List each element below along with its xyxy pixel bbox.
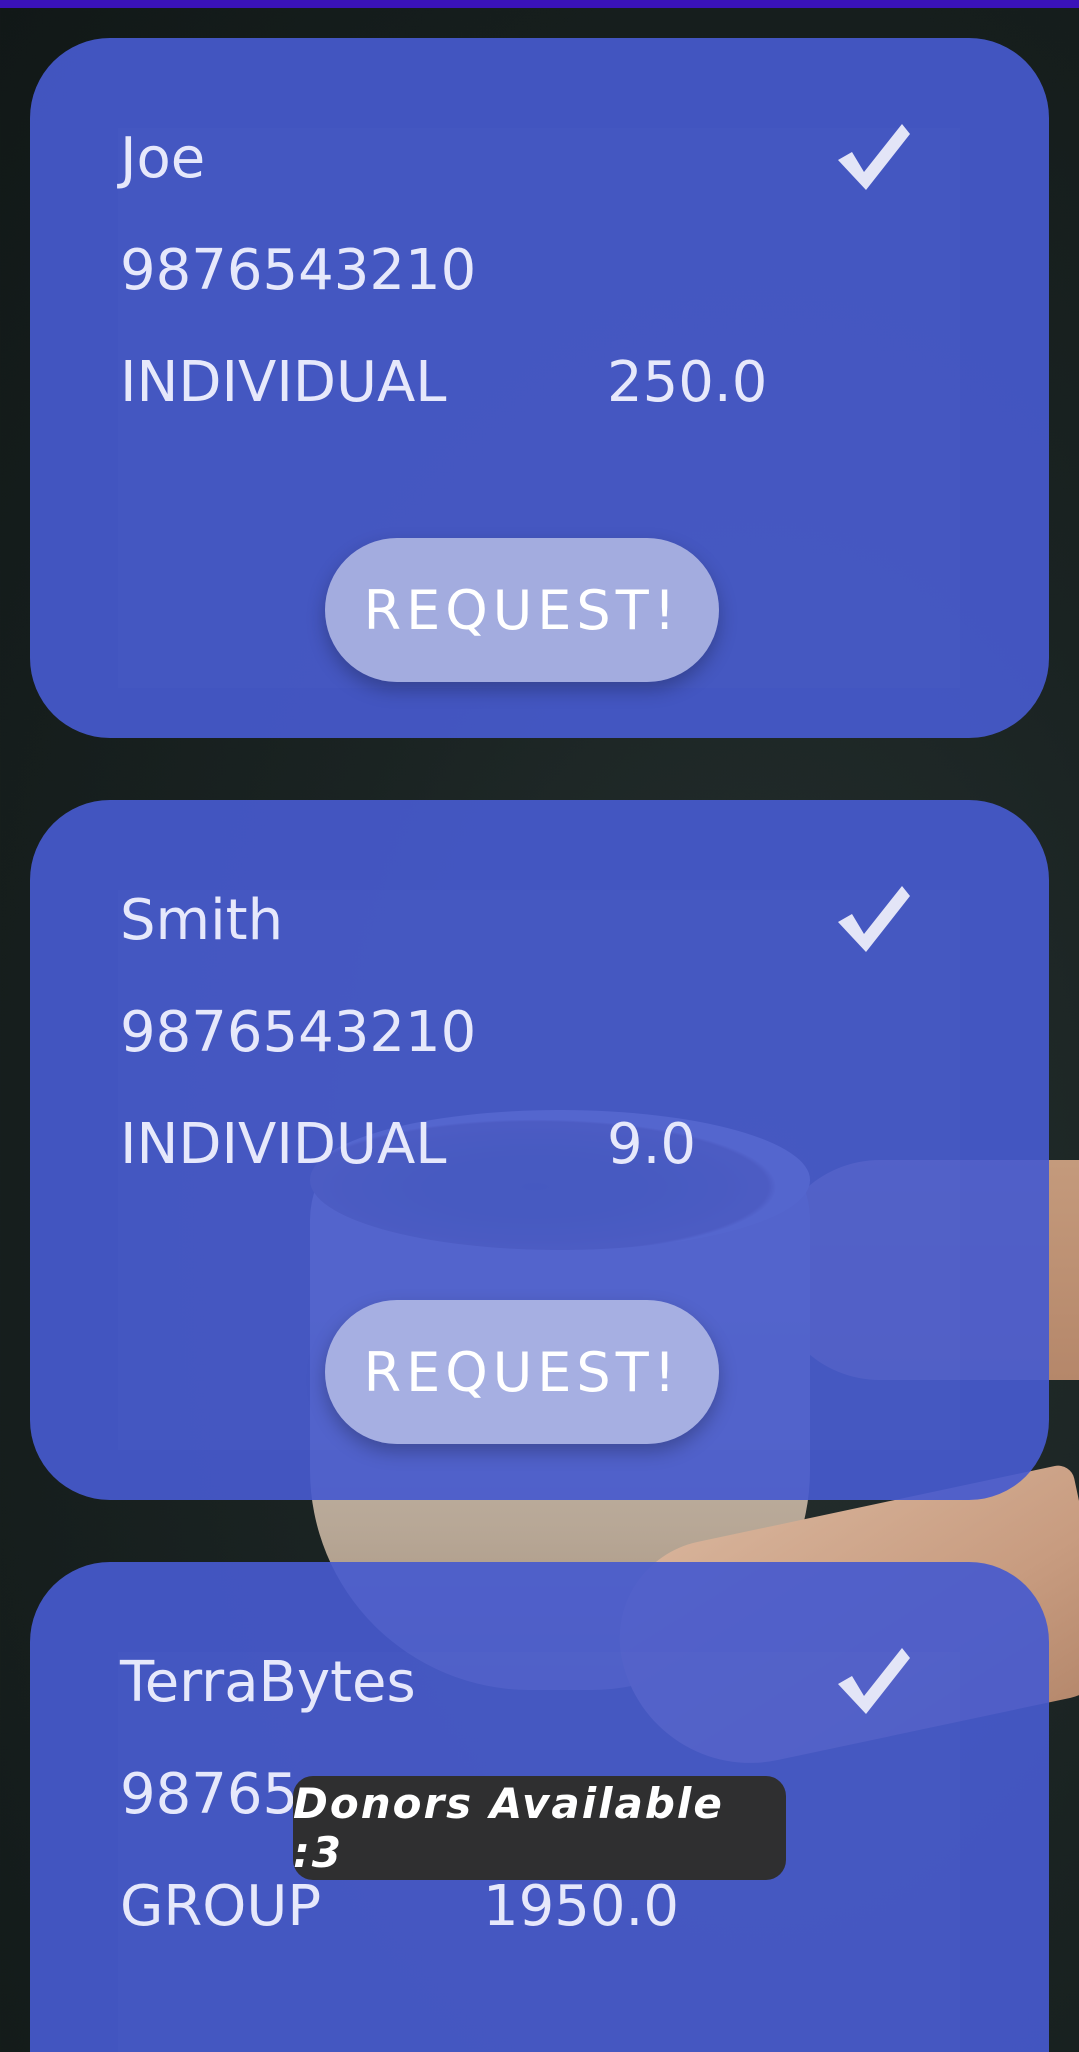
toast-message: Donors Available :3 [293,1776,786,1880]
donor-amount: 1950.0 [483,1874,679,1939]
donor-name: TerraBytes [120,1650,416,1715]
check-icon [838,1648,910,1714]
donor-amount: 9.0 [607,1112,697,1177]
donor-phone: 9876543210 [120,1000,477,1065]
donor-card: Joe 9876543210 INDIVIDUAL 250.0 REQUEST! [30,38,1049,738]
donor-name: Joe [120,126,206,191]
status-bar [0,0,1079,8]
donor-card: Smith 9876543210 INDIVIDUAL 9.0 REQUEST! [30,800,1049,1500]
donor-name: Smith [120,888,284,953]
donor-phone: 9876543210 [120,238,477,303]
donor-phone: 98765 [120,1762,299,1827]
donor-amount: 250.0 [607,350,768,415]
check-icon [838,886,910,952]
donor-type: GROUP [120,1874,322,1939]
request-button[interactable]: REQUEST! [325,1300,719,1444]
request-button[interactable]: REQUEST! [325,538,719,682]
donor-type: INDIVIDUAL [120,350,447,415]
donor-type: INDIVIDUAL [120,1112,447,1177]
check-icon [838,124,910,190]
